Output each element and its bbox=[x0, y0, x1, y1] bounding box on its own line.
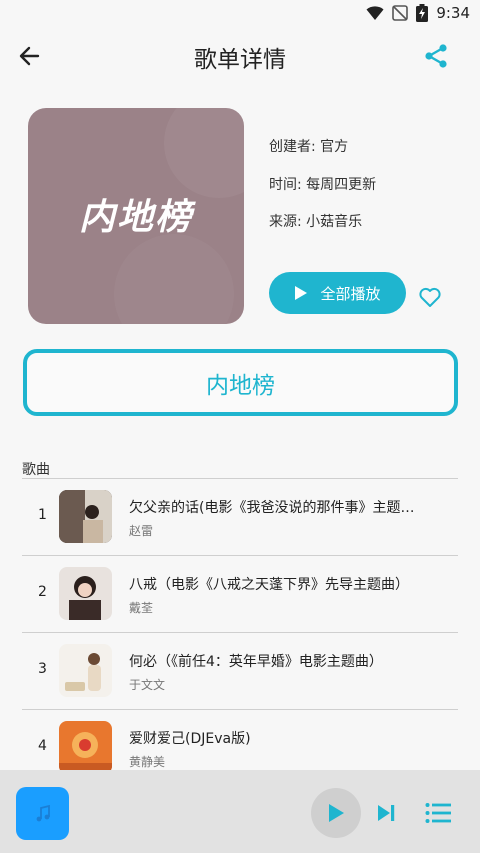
song-artist: 戴荃 bbox=[129, 601, 154, 615]
play-icon bbox=[295, 286, 308, 300]
clock: 9:34 bbox=[436, 4, 470, 22]
wifi-icon bbox=[366, 6, 384, 20]
song-artist: 赵雷 bbox=[129, 524, 154, 538]
playlist-queue-icon[interactable] bbox=[425, 802, 451, 824]
page-title: 歌单详情 bbox=[194, 47, 286, 73]
play-all-button[interactable]: 全部播放 bbox=[269, 272, 406, 314]
song-artist: 于文文 bbox=[129, 678, 166, 692]
song-row[interactable]: 3 何必（《前任4：英年早婚》电影主题曲） 于文文 bbox=[22, 633, 458, 710]
song-thumbnail bbox=[59, 567, 112, 620]
playlist-title-box: 内地榜 bbox=[23, 349, 458, 416]
song-number: 1 bbox=[38, 507, 47, 523]
song-title: 欠父亲的话(电影《我爸没说的那件事》主题… bbox=[129, 500, 415, 516]
play-icon bbox=[329, 804, 344, 822]
source-info: 来源: 小菇音乐 bbox=[269, 214, 363, 230]
song-row[interactable]: 2 八戒（电影《八戒之天蓬下界》先导主题曲） 戴荃 bbox=[22, 556, 458, 633]
song-artist: 黄静美 bbox=[129, 755, 166, 769]
song-title: 爱财爱己(DJEva版) bbox=[129, 731, 251, 747]
song-row[interactable]: 1 欠父亲的话(电影《我爸没说的那件事》主题… 赵雷 bbox=[22, 479, 458, 556]
mini-player bbox=[0, 770, 480, 853]
play-pause-button[interactable] bbox=[311, 788, 361, 838]
song-number: 4 bbox=[38, 738, 47, 754]
no-signal-icon bbox=[392, 5, 409, 21]
cover-title: 内地榜 bbox=[78, 197, 193, 238]
battery-charging-icon bbox=[416, 4, 429, 22]
now-playing-cover[interactable] bbox=[16, 787, 69, 840]
share-icon[interactable] bbox=[422, 42, 450, 70]
play-all-label: 全部播放 bbox=[320, 284, 381, 303]
song-thumbnail bbox=[59, 490, 112, 543]
playlist-cover: 内地榜 bbox=[28, 108, 244, 324]
update-time-info: 时间: 每周四更新 bbox=[269, 177, 377, 193]
song-thumbnail bbox=[59, 721, 112, 774]
songs-section-label: 歌曲 bbox=[22, 462, 50, 478]
creator-info: 创建者: 官方 bbox=[269, 139, 349, 155]
skip-next-icon[interactable] bbox=[375, 802, 397, 824]
music-note-icon bbox=[36, 804, 50, 821]
song-thumbnail bbox=[59, 644, 112, 697]
status-bar: 9:34 bbox=[0, 0, 480, 28]
song-title: 八戒（电影《八戒之天蓬下界》先导主题曲） bbox=[129, 577, 409, 593]
song-number: 3 bbox=[38, 661, 47, 677]
song-number: 2 bbox=[38, 584, 47, 600]
song-title: 何必（《前任4：英年早婚》电影主题曲） bbox=[129, 654, 383, 670]
heart-icon[interactable] bbox=[418, 285, 442, 309]
app-header: 歌单详情 bbox=[0, 28, 480, 84]
